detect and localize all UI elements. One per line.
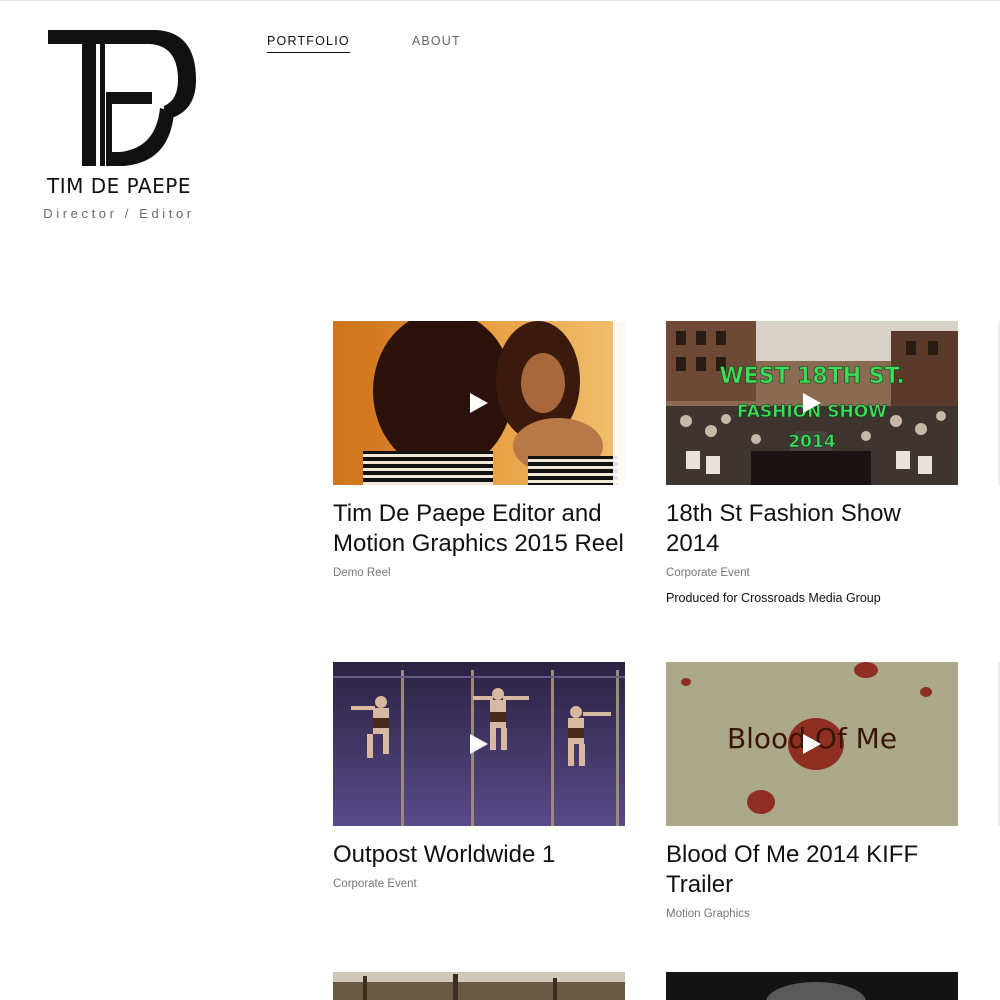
card-category: Motion Graphics: [666, 908, 750, 920]
video-thumbnail[interactable]: WEST 18TH ST. FASHION SHOW 2014: [666, 321, 958, 485]
nav-about[interactable]: ABOUT: [412, 34, 461, 53]
play-icon: [803, 734, 821, 754]
brand-tagline: Director / Editor: [43, 206, 195, 221]
thumb-line-3: 2014: [788, 432, 835, 452]
portfolio-card: Outpost Worldwide 1 Corporate Event: [333, 662, 625, 890]
thumbnail-image: [666, 972, 958, 1000]
top-border: [0, 0, 1000, 1]
card-description: Produced for Crossroads Media Group: [666, 591, 881, 605]
video-thumbnail[interactable]: [333, 972, 625, 1000]
video-thumbnail[interactable]: [333, 321, 625, 485]
play-icon: [803, 393, 821, 413]
nav-portfolio[interactable]: PORTFOLIO: [267, 34, 350, 53]
card-title[interactable]: Outpost Worldwide 1: [333, 840, 625, 870]
card-category: Corporate Event: [666, 567, 750, 579]
portfolio-card: Tim De Paepe Editor and Motion Graphics …: [333, 321, 625, 579]
thumb-line-1: WEST 18TH ST.: [719, 364, 904, 389]
play-icon: [470, 393, 488, 413]
brand-name: TIM DE PAEPE: [47, 174, 191, 198]
video-thumbnail[interactable]: [333, 662, 625, 826]
play-icon: [470, 734, 488, 754]
card-title[interactable]: Blood Of Me 2014 KIFF Trailer: [666, 840, 958, 900]
card-title[interactable]: Tim De Paepe Editor and Motion Graphics …: [333, 499, 625, 559]
card-category: Corporate Event: [333, 878, 417, 890]
td-monogram-icon: [48, 30, 196, 166]
main-nav: PORTFOLIO ABOUT: [267, 34, 461, 53]
portfolio-card: WEST 18TH ST. FASHION SHOW 2014 18th St …: [666, 321, 958, 605]
card-category: Demo Reel: [333, 567, 391, 579]
video-thumbnail[interactable]: [666, 972, 958, 1000]
card-title[interactable]: 18th St Fashion Show 2014: [666, 499, 958, 559]
thumbnail-image: [333, 972, 625, 1000]
video-thumbnail[interactable]: Blood Of Me: [666, 662, 958, 826]
portfolio-card: Blood Of Me Blood Of Me 2014 KIFF Traile…: [666, 662, 958, 920]
